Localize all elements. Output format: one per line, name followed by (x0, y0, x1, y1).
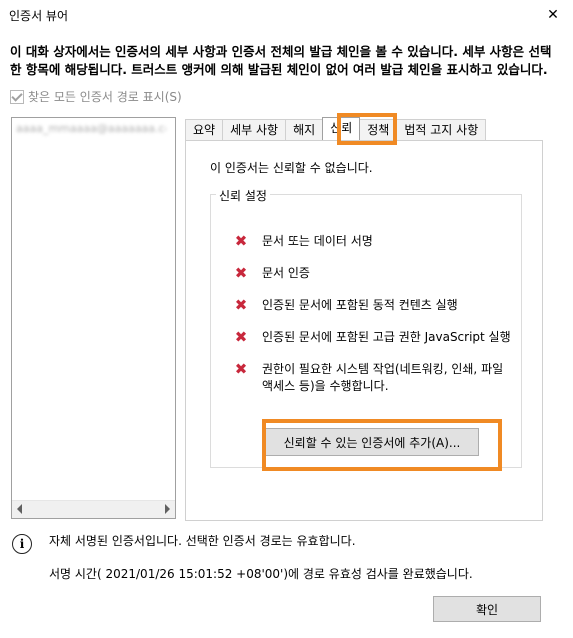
certificate-path-tree[interactable]: aaaa_mmaaaa@aaaaaaa.com (11, 117, 176, 519)
title-bar: 인증서 뷰어 ✕ (0, 0, 573, 30)
trust-item-privileged-system: ✖ 권한이 필요한 시스템 작업(네트워킹, 인쇄, 파일 액세스 등)을 수행… (234, 361, 503, 395)
trust-item-javascript: ✖ 인증된 문서에 포함된 고급 권한 JavaScript 실행 (234, 329, 511, 346)
trust-item-sign: ✖ 문서 또는 데이터 서명 (234, 233, 373, 250)
close-button[interactable]: ✕ (533, 0, 573, 30)
certificate-path-item[interactable]: aaaa_mmaaaa@aaaaaaa.com (16, 122, 166, 136)
trust-item-label-line2: 액세스 등)을 수행합니다. (262, 379, 389, 393)
trust-settings-label: 신뢰 설정 (216, 187, 270, 204)
trust-item-label: 문서 또는 데이터 서명 (262, 234, 373, 248)
info-icon: i (12, 534, 32, 554)
tab-legal-notice[interactable]: 법적 고지 사항 (396, 119, 487, 140)
checkbox-icon[interactable] (10, 89, 24, 104)
show-all-paths-checkbox[interactable]: 찾은 모든 인증서 경로 표시(S) (10, 88, 182, 105)
dialog-description: 이 대화 상자에서는 인증서의 세부 사항과 인증서 전체의 발급 체인을 볼 … (10, 44, 552, 77)
scroll-right-icon[interactable] (165, 504, 170, 514)
tab-details[interactable]: 세부 사항 (222, 119, 287, 140)
trust-item-label: 인증된 문서에 포함된 동적 컨텐츠 실행 (262, 298, 458, 312)
trust-status-text: 이 인증서는 신뢰할 수 없습니다. (210, 161, 373, 175)
trust-item-text: 권한이 필요한 시스템 작업(네트워킹, 인쇄, 파일 액세스 등)을 수행합니… (262, 361, 503, 395)
red-x-icon: ✖ (234, 232, 248, 250)
tab-trust[interactable]: 신뢰 (322, 117, 361, 140)
red-x-icon: ✖ (234, 360, 248, 378)
show-all-paths-label: 찾은 모든 인증서 경로 표시(S) (28, 90, 182, 104)
trust-item-label: 인증된 문서에 포함된 고급 권한 JavaScript 실행 (262, 330, 511, 344)
trust-item-label-line1: 권한이 필요한 시스템 작업(네트워킹, 인쇄, 파일 (262, 362, 504, 376)
window-title: 인증서 뷰어 (9, 9, 69, 23)
red-x-icon: ✖ (234, 328, 248, 346)
tab-revocation[interactable]: 해지 (285, 119, 324, 140)
path-validity-message: 자체 서명된 인증서입니다. 선택한 인증서 경로는 유효합니다. (49, 534, 356, 548)
trust-item-dynamic-content: ✖ 인증된 문서에 포함된 동적 컨텐츠 실행 (234, 297, 458, 314)
scroll-left-icon[interactable] (17, 504, 22, 514)
horizontal-scrollbar[interactable] (12, 500, 175, 518)
red-x-icon: ✖ (234, 296, 248, 314)
trust-item-certify: ✖ 문서 인증 (234, 265, 310, 282)
red-x-icon: ✖ (234, 264, 248, 282)
add-to-trusted-button[interactable]: 신뢰할 수 있는 인증서에 추가(A)... (265, 428, 479, 456)
validation-time-message: 서명 시간( 2021/01/26 15:01:52 +08'00')에 경로 … (49, 567, 473, 581)
trust-item-label: 문서 인증 (262, 266, 310, 280)
tab-policies[interactable]: 정책 (359, 119, 398, 140)
tab-bar: 요약 세부 사항 해지 신뢰 정책 법적 고지 사항 (185, 117, 487, 141)
ok-button[interactable]: 확인 (433, 596, 541, 622)
tab-summary[interactable]: 요약 (185, 119, 224, 140)
trust-tab-panel: 이 인증서는 신뢰할 수 없습니다. 신뢰 설정 ✖ 문서 또는 데이터 서명 … (185, 140, 543, 521)
